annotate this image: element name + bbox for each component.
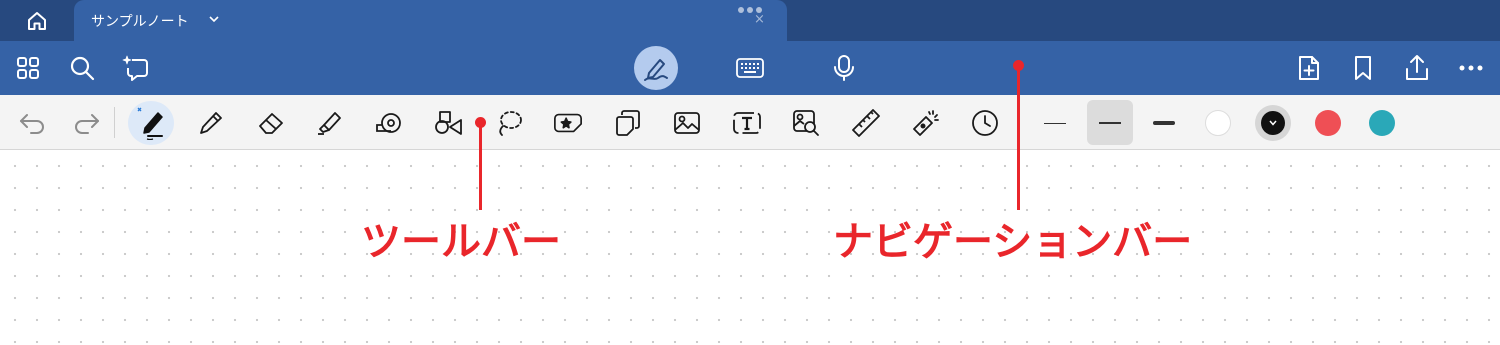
sticker-tool[interactable] — [553, 108, 583, 138]
color-swatch-red[interactable] — [1315, 110, 1341, 136]
share-button[interactable] — [1402, 53, 1432, 83]
toolbar — [0, 95, 1500, 150]
copy-tool[interactable] — [613, 108, 643, 138]
eraser-tool[interactable] — [256, 108, 286, 138]
pencil-icon — [200, 112, 222, 134]
bookmark-button[interactable] — [1348, 53, 1378, 83]
thin-line-icon — [1044, 122, 1066, 124]
toolbar-divider — [114, 107, 115, 138]
more-icon — [1459, 65, 1483, 71]
redo-icon — [75, 114, 99, 134]
textbox-icon — [733, 112, 761, 134]
tab-bar: サンプルノート × — [0, 0, 1500, 41]
redo-button[interactable] — [72, 108, 102, 138]
undo-button[interactable] — [17, 108, 47, 138]
search-button[interactable] — [67, 53, 97, 83]
ai-assist-icon — [122, 55, 148, 81]
color-swatch-teal[interactable] — [1369, 110, 1395, 136]
history-icon — [972, 110, 998, 136]
toolbar-callout-label: ツールバー — [361, 219, 561, 265]
share-icon — [1406, 55, 1428, 80]
highlighter-tool[interactable] — [314, 108, 344, 138]
more-options-button[interactable] — [1456, 53, 1486, 83]
keyboard-icon — [736, 58, 764, 78]
thick-line-icon — [1153, 121, 1175, 125]
sticker-icon — [554, 113, 582, 133]
image-search-tool[interactable] — [791, 108, 821, 138]
handwriting-mode-button[interactable] — [634, 46, 678, 90]
pencil-tool[interactable] — [196, 108, 226, 138]
tape-tool[interactable] — [374, 108, 404, 138]
tab-close-button[interactable]: × — [754, 12, 765, 27]
image-search-icon — [793, 110, 819, 136]
keyboard-mode-button[interactable] — [735, 53, 765, 83]
pen-mode-icon — [644, 59, 668, 81]
thickness-thin[interactable] — [1041, 108, 1069, 138]
color-swatch-white[interactable] — [1205, 110, 1231, 136]
copy-paste-icon — [616, 110, 640, 136]
lasso-tool[interactable] — [494, 108, 524, 138]
highlighter-icon — [318, 112, 341, 135]
ruler-icon — [852, 109, 880, 137]
grid-icon — [17, 57, 39, 79]
color-swatch-black-selected[interactable] — [1255, 105, 1291, 141]
laser-pointer-icon — [913, 110, 939, 136]
shapes-tool[interactable] — [433, 108, 463, 138]
navbar-callout-line — [1017, 65, 1020, 210]
navigation-bar — [0, 41, 1500, 95]
voice-mode-button[interactable] — [829, 53, 859, 83]
medium-line-icon — [1099, 122, 1121, 124]
add-page-button[interactable] — [1294, 53, 1324, 83]
ruler-tool[interactable] — [851, 108, 881, 138]
note-canvas[interactable] — [0, 151, 1500, 345]
toolbar-callout-line — [479, 122, 482, 210]
laser-pointer-tool[interactable] — [911, 108, 941, 138]
chevron-down-icon — [1269, 120, 1277, 126]
thickness-thick[interactable] — [1150, 108, 1178, 138]
color-black-dot — [1261, 111, 1285, 135]
home-icon — [28, 11, 46, 30]
tab-title: サンプルノート — [91, 14, 189, 30]
chevron-down-icon[interactable] — [208, 13, 220, 25]
note-tab[interactable]: サンプルノート × — [74, 0, 787, 41]
text-box-tool[interactable] — [732, 108, 762, 138]
microphone-icon — [834, 55, 854, 81]
undo-icon — [20, 114, 44, 134]
history-tool[interactable] — [970, 108, 1000, 138]
ai-assist-button[interactable] — [121, 53, 151, 83]
pen-icon — [137, 107, 163, 140]
image-icon — [674, 112, 700, 134]
shapes-icon — [435, 111, 462, 135]
tape-icon — [376, 113, 401, 133]
search-icon — [70, 56, 95, 81]
grid-view-button[interactable] — [13, 53, 43, 83]
bookmark-icon — [1355, 56, 1371, 80]
lasso-icon — [499, 111, 522, 136]
image-tool[interactable] — [672, 108, 702, 138]
home-button[interactable] — [0, 0, 74, 41]
eraser-icon — [259, 113, 283, 134]
add-page-icon — [1299, 56, 1319, 80]
pen-tool[interactable] — [136, 107, 168, 140]
thickness-medium[interactable] — [1096, 108, 1124, 138]
navbar-callout-label: ナビゲーションバー — [833, 219, 1193, 265]
